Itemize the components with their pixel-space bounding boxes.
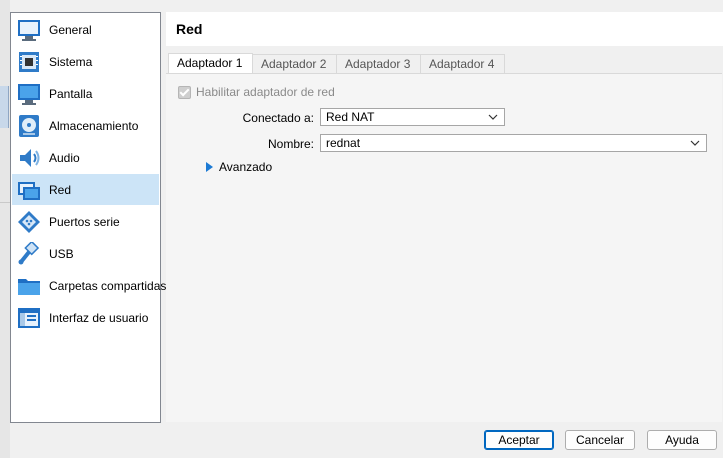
tab-adaptador-2[interactable]: Adaptador 2	[252, 54, 337, 73]
folder-icon	[17, 274, 41, 298]
enable-adapter-checkbox[interactable]	[178, 85, 191, 99]
sidebar-item-carpetas-compartidas[interactable]: Carpetas compartidas	[12, 270, 166, 301]
accept-button[interactable]: Aceptar	[484, 430, 554, 450]
tab-adaptador-4[interactable]: Adaptador 4	[420, 54, 505, 73]
sidebar-item-label: USB	[49, 246, 74, 261]
sidebar-item-general[interactable]: General	[12, 14, 159, 45]
sidebar-item-almacenamiento[interactable]: Almacenamiento	[12, 110, 159, 141]
sidebar-item-label: Red	[49, 182, 72, 197]
connected-to-label: Conectado a:	[242, 111, 314, 125]
sidebar-item-label: Pantalla	[49, 86, 93, 101]
sidebar-item-usb[interactable]: USB	[12, 238, 159, 269]
tab-adaptador-3[interactable]: Adaptador 3	[336, 54, 421, 73]
sidebar-item-sistema[interactable]: Sistema	[12, 46, 159, 77]
sidebar-item-audio[interactable]: Audio	[12, 142, 159, 173]
sidebar-item-label: Almacenamiento	[49, 118, 139, 133]
sidebar-item-pantalla[interactable]: Pantalla	[12, 78, 159, 109]
display-icon	[17, 82, 41, 106]
speaker-icon	[17, 146, 41, 170]
connected-to-value: Red NAT	[326, 110, 375, 124]
advanced-label: Avanzado	[219, 160, 273, 174]
sidebar-item-puertos-serie[interactable]: Puertos serie	[12, 206, 159, 237]
ui-window-icon	[17, 306, 41, 330]
name-value: rednat	[326, 136, 361, 150]
storage-disc-icon	[17, 114, 41, 138]
help-button[interactable]: Ayuda	[647, 430, 717, 450]
adapter-settings-pane: Habilitar adaptador de red Conectado a: …	[166, 73, 722, 422]
sidebar-item-red[interactable]: Red	[12, 174, 159, 205]
sidebar-item-label: Puertos serie	[49, 214, 120, 229]
sidebar-item-label: Interfaz de usuario	[49, 310, 149, 325]
connected-to-select[interactable]: Red NAT	[320, 108, 505, 126]
chevron-down-icon	[690, 140, 700, 146]
advanced-expander[interactable]: Avanzado	[206, 160, 272, 174]
section-header: Red	[166, 12, 723, 46]
network-icon	[17, 178, 41, 202]
sidebar-item-interfaz-de-usuario[interactable]: Interfaz de usuario	[12, 302, 159, 333]
enable-adapter-row: Habilitar adaptador de red	[178, 85, 335, 99]
sidebar-item-label: Audio	[49, 150, 80, 165]
background-window-edge	[0, 0, 10, 458]
name-label: Nombre:	[267, 137, 314, 151]
background-window-strip	[0, 86, 9, 128]
sidebar-item-label: Sistema	[49, 54, 93, 69]
expand-arrow-icon	[206, 162, 213, 172]
sidebar-item-label: Carpetas compartidas	[49, 278, 167, 293]
tab-adaptador-1[interactable]: Adaptador 1	[168, 53, 253, 73]
name-select[interactable]: rednat	[320, 134, 707, 152]
chip-icon	[17, 50, 41, 74]
serial-port-icon	[17, 210, 41, 234]
chevron-down-icon	[488, 114, 498, 120]
page-title: Red	[176, 21, 203, 37]
usb-icon	[17, 241, 41, 266]
background-window-line	[0, 202, 10, 203]
enable-adapter-label: Habilitar adaptador de red	[196, 85, 335, 99]
monitor-general-icon	[17, 18, 41, 42]
cancel-button[interactable]: Cancelar	[565, 430, 635, 450]
sidebar-item-label: General	[49, 22, 92, 37]
settings-sidebar: General Sistema Pantalla Almacenamiento …	[10, 12, 166, 423]
